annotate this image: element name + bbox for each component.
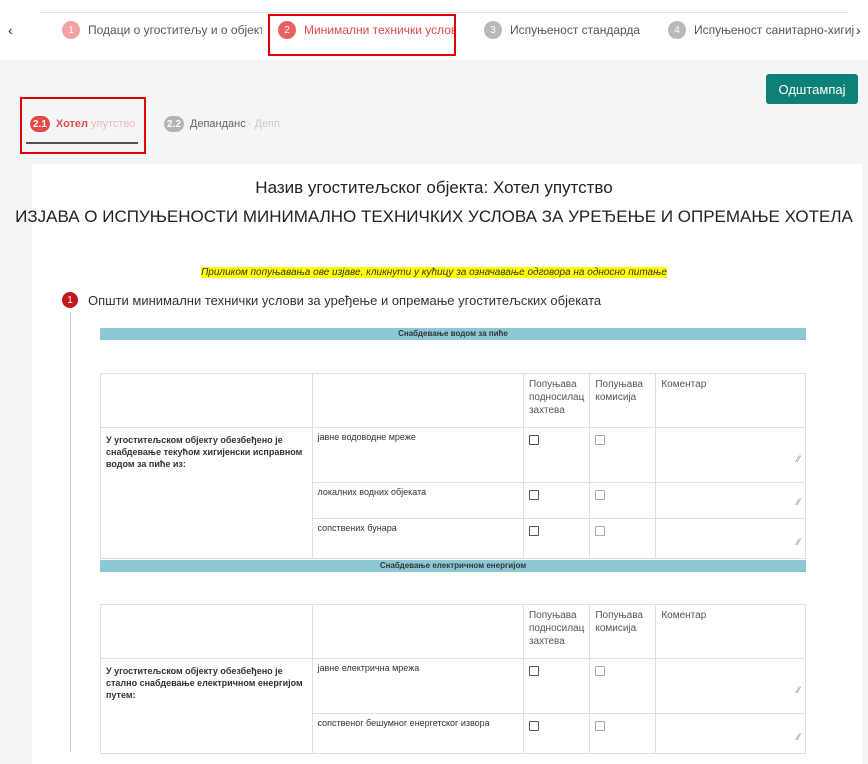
empty-header-cell bbox=[100, 604, 313, 659]
prev-step-arrow-icon[interactable]: ‹ bbox=[8, 22, 13, 38]
resize-handle-icon[interactable]: ⁄⁄ bbox=[797, 732, 800, 742]
option-label: сопственог бешумног енергетског извора bbox=[311, 713, 524, 754]
next-step-arrow-icon[interactable]: › bbox=[856, 22, 861, 38]
applicant-cell bbox=[522, 482, 591, 519]
applicant-cell bbox=[522, 518, 591, 559]
comment-field[interactable]: ⁄⁄ bbox=[655, 482, 806, 519]
resize-handle-icon[interactable]: ⁄⁄ bbox=[797, 537, 800, 547]
step-label: Испуњеност стандарда bbox=[510, 23, 641, 37]
subtab-annex[interactable]: 2.2 Депанданс - Депп bbox=[164, 116, 280, 132]
empty-header-cell bbox=[311, 604, 524, 659]
table-header-row: Попуњава подносилац захтева Попуњава ком… bbox=[100, 604, 806, 659]
comment-field[interactable]: ⁄⁄ bbox=[655, 518, 806, 559]
step-number: 4 bbox=[668, 21, 686, 39]
applicant-checkbox[interactable] bbox=[528, 435, 539, 445]
empty-header-cell bbox=[311, 373, 524, 428]
commission-cell bbox=[589, 427, 657, 483]
applicant-checkbox[interactable] bbox=[528, 666, 539, 676]
applicant-column-header: Попуњава подносилац захтева bbox=[522, 373, 591, 428]
commission-checkbox bbox=[595, 490, 606, 500]
print-button[interactable]: Одштампај bbox=[766, 74, 858, 104]
commission-cell bbox=[589, 658, 657, 714]
comment-field[interactable]: ⁄⁄ bbox=[655, 658, 806, 714]
commission-cell bbox=[589, 713, 657, 754]
step-label: Подаци о угоститељу и о објекту bbox=[88, 23, 262, 37]
applicant-checkbox[interactable] bbox=[528, 526, 539, 536]
instruction-note: Приликом попуњавања ове изјаве, кликнути… bbox=[0, 262, 868, 280]
commission-column-header: Попуњава комисија bbox=[589, 604, 657, 659]
section-heading: 1 Општи минимални технички услови за уре… bbox=[62, 292, 601, 308]
table-row: У угоститељском објекту обезбеђено је ст… bbox=[100, 658, 806, 754]
declaration-title: ИЗЈАВА О ИСПУЊЕНОСТИ МИНИМАЛНО ТЕХНИЧКИХ… bbox=[15, 207, 853, 226]
applicant-cell bbox=[522, 658, 591, 714]
highlight-box-subtab bbox=[20, 97, 146, 154]
comment-field[interactable]: ⁄⁄ bbox=[655, 427, 806, 483]
option-label: сопствених бунара bbox=[311, 518, 524, 559]
applicant-cell bbox=[522, 713, 591, 754]
applicant-checkbox[interactable] bbox=[528, 490, 539, 500]
electricity-supply-table: Попуњава подносилац захтева Попуњава ком… bbox=[100, 604, 806, 754]
commission-cell bbox=[589, 518, 657, 559]
water-supply-band: Снабдевање водом за пиће bbox=[100, 328, 806, 340]
step-1[interactable]: 1 Подаци о угоститељу и о објекту bbox=[62, 20, 262, 40]
comment-column-header: Коментар bbox=[655, 604, 806, 659]
step-label: Испуњеност санитарно-хигијен bbox=[694, 23, 854, 37]
commission-cell bbox=[589, 482, 657, 519]
commission-checkbox bbox=[595, 666, 606, 676]
resize-handle-icon[interactable]: ⁄⁄ bbox=[797, 497, 800, 507]
option-label: јавне водоводне мреже bbox=[311, 427, 524, 483]
table-row: У угоститељском објекту обезбеђено је сн… bbox=[100, 427, 806, 559]
comment-field[interactable]: ⁄⁄ bbox=[655, 713, 806, 754]
question-cell: У угоститељском објекту обезбеђено је сн… bbox=[100, 427, 313, 559]
option-label: јавне електрична мрежа bbox=[311, 658, 524, 714]
section-title: Општи минимални технички услови за уређе… bbox=[88, 292, 602, 308]
comment-column-header: Коментар bbox=[655, 373, 806, 428]
commission-checkbox bbox=[595, 435, 606, 445]
question-cell: У угоститељском објекту обезбеђено је ст… bbox=[100, 658, 313, 754]
object-name-title: Назив угоститељског објекта: Хотел упутс… bbox=[255, 178, 613, 197]
section-guide-line bbox=[70, 312, 71, 752]
section-number: 1 bbox=[62, 292, 78, 308]
commission-column-header: Попуњава комисија bbox=[589, 373, 657, 428]
resize-handle-icon[interactable]: ⁄⁄ bbox=[797, 685, 800, 695]
step-4[interactable]: 4 Испуњеност санитарно-хигијен bbox=[668, 20, 854, 40]
applicant-cell bbox=[522, 427, 591, 483]
step-number: 1 bbox=[62, 21, 80, 39]
highlight-box-step bbox=[268, 14, 456, 56]
empty-header-cell bbox=[100, 373, 313, 428]
subtab-label: Депанданс bbox=[189, 118, 246, 130]
applicant-column-header: Попуњава подносилац захтева bbox=[522, 604, 591, 659]
applicant-checkbox[interactable] bbox=[528, 721, 539, 731]
electricity-supply-band: Снабдевање електричном енергијом bbox=[100, 560, 806, 572]
water-supply-table: Попуњава подносилац захтева Попуњава ком… bbox=[100, 373, 806, 559]
stepbar-divider bbox=[40, 12, 848, 13]
subtab-number: 2.2 bbox=[164, 116, 184, 132]
table-header-row: Попуњава подносилац захтева Попуњава ком… bbox=[100, 373, 806, 428]
subtab-suffix: - Депп bbox=[247, 118, 280, 130]
step-number: 3 bbox=[484, 21, 502, 39]
commission-checkbox bbox=[595, 526, 606, 536]
commission-checkbox bbox=[595, 721, 606, 731]
option-label: локалних водних објеката bbox=[311, 482, 524, 519]
instruction-text: Приликом попуњавања ове изјаве, кликнути… bbox=[201, 267, 667, 278]
resize-handle-icon[interactable]: ⁄⁄ bbox=[797, 454, 800, 464]
step-3[interactable]: 3 Испуњеност стандарда bbox=[484, 20, 654, 40]
